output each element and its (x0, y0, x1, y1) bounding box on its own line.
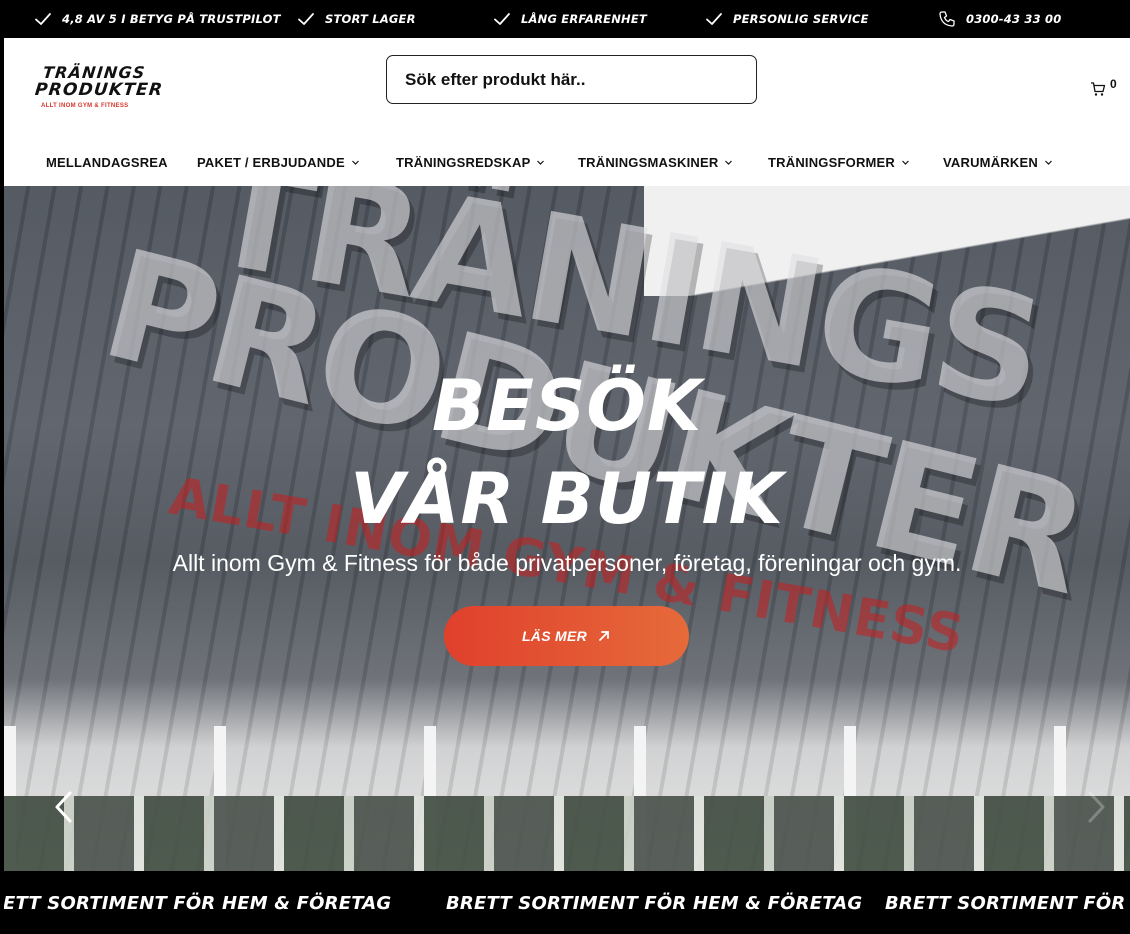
usp-label: LÅNG ERFARENHET (521, 12, 647, 26)
nav-item-traningsredskap[interactable]: TRÄNINGSREDSKAP (396, 152, 545, 172)
nav-item-paket[interactable]: PAKET / ERBJUDANDE (197, 152, 360, 172)
usp-label: PERSONLIG SERVICE (733, 12, 869, 26)
usp-label: STORT LAGER (325, 12, 416, 26)
phone-link[interactable]: 0300-43 33 00 (938, 10, 1061, 28)
chevron-down-icon (725, 160, 733, 165)
usp-item-trustpilot: 4,8 AV 5 I BETYG PÅ TRUSTPILOT (34, 10, 281, 28)
chevron-down-icon (351, 160, 359, 165)
chevron-down-icon (537, 160, 545, 165)
arrow-up-right-icon (599, 631, 609, 641)
marquee-text: BRETT SORTIMENT FÖR HEM & FÖRETAG (885, 893, 1130, 914)
usp-label: 4,8 AV 5 I BETYG PÅ TRUSTPILOT (62, 12, 281, 26)
nav-label: PAKET / ERBJUDANDE (197, 154, 345, 170)
hero-slider: TRÄNINGS PRODUKTER ALLT INOM GYM & FITNE… (4, 186, 1130, 871)
usp-bar: 4,8 AV 5 I BETYG PÅ TRUSTPILOT STORT LAG… (0, 0, 1130, 38)
logo-tagline: ALLT INOM GYM & FITNESS (41, 103, 129, 109)
hero-background-products (4, 796, 1130, 871)
nav-label: MELLANDAGSREA (46, 154, 168, 170)
nav-label: TRÄNINGSFORMER (768, 154, 896, 170)
search-placeholder: Sök efter produkt här.. (405, 69, 586, 89)
chevron-down-icon (902, 160, 909, 165)
nav-item-traningsformer[interactable]: TRÄNINGSFORMER (768, 152, 910, 172)
search-input[interactable]: Sök efter produkt här.. (386, 55, 757, 104)
marquee-text: BRETT SORTIMENT FÖR HEM & FÖRETAG (446, 893, 863, 914)
hero-title-line1: BESÖK (431, 365, 703, 447)
nav-label: TRÄNINGSMASKINER (578, 154, 719, 170)
hero-title-line2: VÅR BUTIK (350, 458, 784, 540)
cart-button[interactable]: 0 (1090, 77, 1130, 101)
nav-item-mellandagsrea[interactable]: MELLANDAGSREA (46, 152, 168, 172)
usp-item-service: PERSONLIG SERVICE (705, 10, 869, 28)
usp-item-stock: STORT LAGER (297, 10, 416, 28)
slider-prev-arrow-icon[interactable] (52, 790, 76, 824)
chevron-down-icon (1045, 160, 1052, 165)
cart-icon (1091, 82, 1106, 96)
site-header: TRÄNINGS PRODUKTER ALLT INOM GYM & FITNE… (4, 38, 1130, 186)
usp-item-experience: LÅNG ERFARENHET (493, 10, 647, 28)
check-icon (494, 13, 510, 25)
nav-label: VARUMÄRKEN (943, 154, 1038, 170)
hero-subtitle: Allt inom Gym & Fitness för både privatp… (172, 550, 962, 576)
nav-item-varumarken[interactable]: VARUMÄRKEN (943, 152, 1053, 172)
check-icon (706, 13, 722, 25)
slider-next-arrow-icon[interactable] (1084, 790, 1108, 824)
read-more-button[interactable]: LÄS MER (444, 606, 689, 666)
phone-icon (939, 11, 955, 27)
cart-count: 0 (1110, 77, 1117, 91)
check-icon (35, 13, 51, 25)
phone-number[interactable]: 0300-43 33 00 (966, 12, 1061, 26)
nav-item-traningsmaskiner[interactable]: TRÄNINGSMASKINER (578, 152, 733, 172)
marquee-text: BRETT SORTIMENT FÖR HEM & FÖRETAG (4, 893, 392, 914)
marquee-banner: BRETT SORTIMENT FÖR HEM & FÖRETAG BRETT … (4, 871, 1130, 934)
logo-line2: PRODUKTER (33, 80, 165, 100)
check-icon (298, 13, 314, 25)
cta-label: LÄS MER (521, 628, 588, 644)
site-logo[interactable]: TRÄNINGS PRODUKTER ALLT INOM GYM & FITNE… (29, 63, 164, 113)
nav-label: TRÄNINGSREDSKAP (396, 154, 531, 170)
